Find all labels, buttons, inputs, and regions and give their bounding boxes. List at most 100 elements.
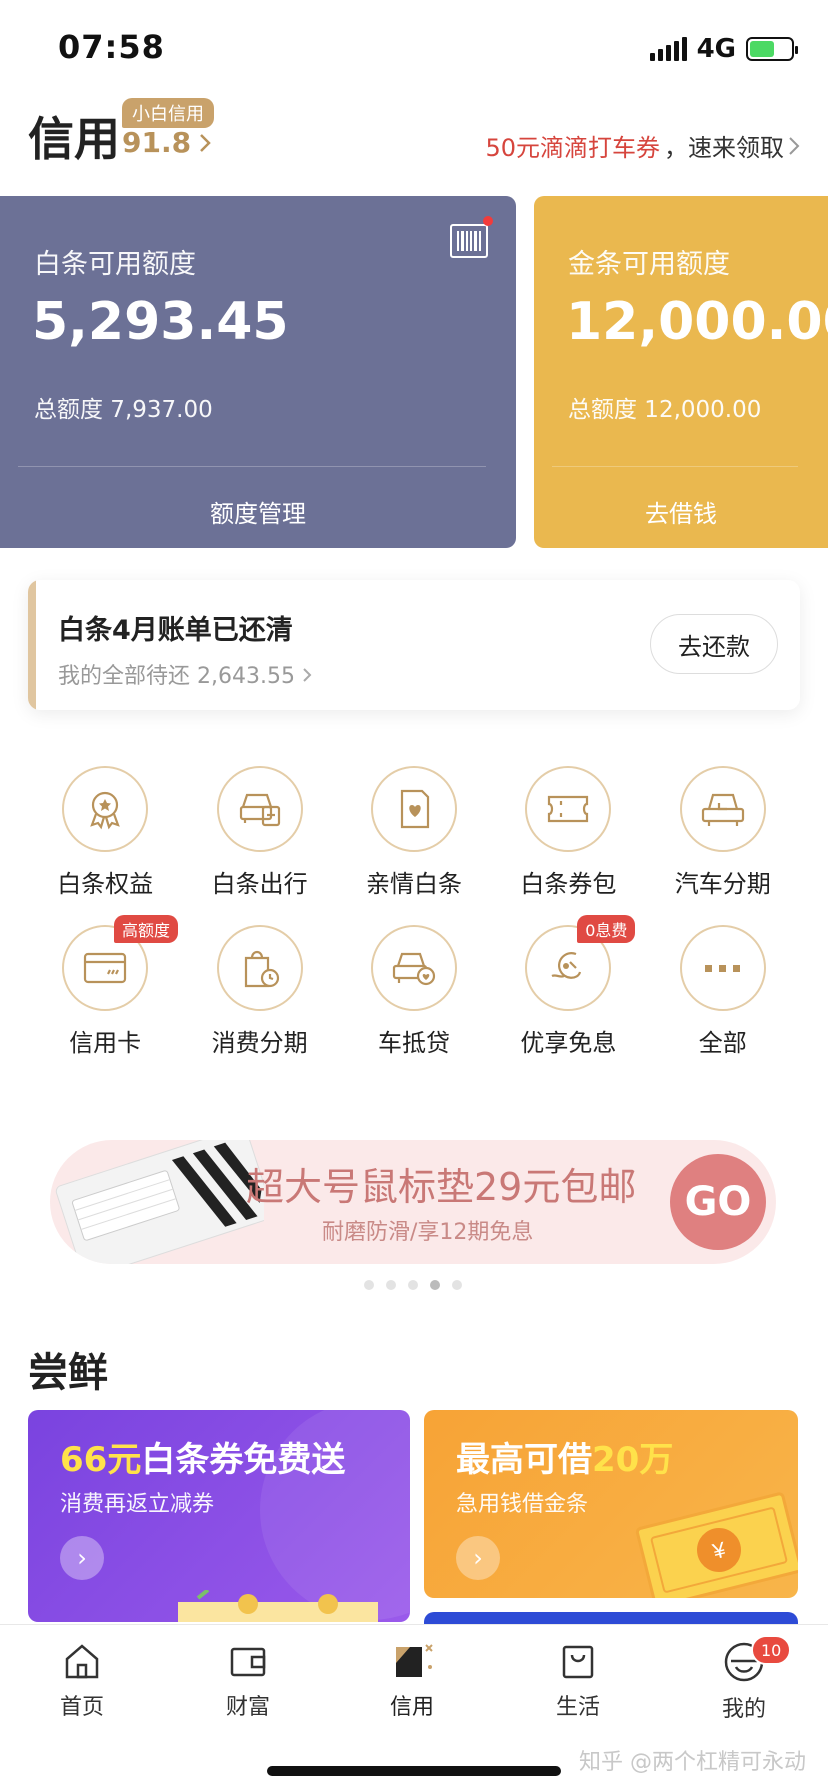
grid-item-label: 白条券包 [520,870,617,898]
status-bar: 07:58 4G [0,0,828,96]
baitiao-total: 总额度 7,937.00 [34,397,213,423]
car-icon [701,793,744,826]
grid-item-credit-card[interactable]: 高额度 信用卡 [28,915,182,1058]
promo-banner[interactable]: 超大号鼠标垫29元包邮 耐磨防滑/享12期免息 GO [50,1140,776,1264]
grid-item-all[interactable]: 全部 [646,925,800,1058]
grid-item-label: 全部 [698,1029,747,1057]
signal-icon [649,37,687,61]
bill-title: 白条4月账单已还清 [58,615,293,646]
grid-item-label: 优享免息 [520,1029,617,1057]
grid-item-tag: 0息费 [577,915,636,943]
tab-label: 生活 [555,1695,600,1720]
tab-label: 财富 [225,1695,270,1720]
service-grid: 白条权益 白条出行 亲情白条 白条券包 汽车分期 高额度 信用卡 消费分期 车抵… [28,766,800,1058]
promo-title-highlight: 66元 [60,1440,142,1480]
tab-wealth[interactable]: 财富 [193,1641,303,1721]
more-icon [704,965,740,972]
banner-title: 超大号鼠标垫29元包邮 [246,1165,637,1209]
promo-highlight: 50元滴滴打车券 [485,134,660,162]
shopping-bag-icon [244,950,279,988]
carousel-dot[interactable] [408,1280,418,1290]
grid-item-baitiao-benefits[interactable]: 白条权益 [28,766,182,899]
chevron-right-icon [789,136,800,155]
coins-decoration [178,1590,378,1622]
status-time: 07:58 [58,28,165,66]
tab-label: 首页 [59,1695,104,1720]
promo-subtitle: 急用钱借金条 [456,1492,589,1517]
promo-link[interactable]: 50元滴滴打车券 ，速来领取 [485,128,800,163]
banknote-icon: ¥ [635,1492,798,1598]
home-indicator[interactable] [267,1766,561,1776]
carousel-dot-active[interactable] [430,1280,440,1290]
credit-icon [396,1644,433,1677]
card-divider [18,466,486,467]
repay-button[interactable]: 去还款 [650,614,778,674]
battery-icon [746,37,798,61]
medal-icon [90,791,120,830]
credit-badge[interactable]: 小白信用 [122,98,214,128]
grid-item-label: 汽车分期 [674,870,771,898]
promo-title: 最高可借20万 [456,1432,673,1481]
bill-subtitle[interactable]: 我的全部待还 2,643.55 [58,658,312,690]
chevron-right-icon[interactable]: › [60,1536,104,1580]
coupon-promo-card[interactable]: 66元白条券免费送 消费再返立减券 › [28,1410,410,1622]
bill-subtitle-text: 我的全部待还 2,643.55 [58,664,295,689]
notification-dot [483,216,493,226]
banner-go-button[interactable]: GO [670,1154,766,1250]
tab-home[interactable]: 首页 [27,1641,137,1721]
grid-item-baitiao-travel[interactable]: 白条出行 [182,766,336,899]
promo-subtitle: 消费再返立减券 [60,1492,215,1517]
coin-icon [551,952,582,979]
section-title-taste: 尝鲜 [28,1350,108,1396]
carousel-dot[interactable] [386,1280,396,1290]
tab-mine[interactable]: 10 我的 [689,1635,799,1723]
grid-item-label: 白条权益 [57,870,154,898]
credit-card-icon [84,952,127,984]
grid-item-coupon-pack[interactable]: 白条券包 [491,766,645,899]
notification-badge: 10 [751,1635,792,1665]
loan-promo-card[interactable]: 最高可借20万 急用钱借金条 › ¥ [424,1410,798,1598]
promo-title-rest: 最高可借 [456,1440,592,1480]
grid-item-label: 白条出行 [211,870,308,898]
grid-item-car-installment[interactable]: 汽车分期 [646,766,800,899]
jintiao-card[interactable]: 金条可用额度 12,000.00 总额度 12,000.00 去借钱 [534,196,828,548]
jintiao-amount: 12,000.00 [566,292,828,352]
borrow-button[interactable]: 去借钱 [534,494,828,529]
tab-label: 我的 [721,1697,766,1722]
chevron-right-icon[interactable]: › [456,1536,500,1580]
credit-score[interactable]: 91.8 [122,126,211,159]
grid-item-label: 亲情白条 [365,870,462,898]
jintiao-label: 金条可用额度 [568,249,730,280]
grid-item-interest-free[interactable]: 0息费 优享免息 [491,915,645,1058]
bill-card[interactable]: 白条4月账单已还清 我的全部待还 2,643.55 去还款 [28,580,800,710]
promo-title: 66元白条券免费送 [60,1432,345,1481]
promo-title-rest: 白条券免费送 [141,1440,346,1480]
grid-item-family-baitiao[interactable]: 亲情白条 [337,766,491,899]
grid-item-consumer-installment[interactable]: 消费分期 [182,925,336,1058]
promo-rest: ，速来领取 [664,134,784,162]
grid-item-tag: 高额度 [114,915,179,943]
status-indicators: 4G [649,34,798,64]
carousel-dot[interactable] [364,1280,374,1290]
home-icon [65,1644,99,1679]
ticket-icon [548,795,589,823]
mousepad-image [55,1140,264,1264]
bill-accent [28,580,36,710]
grid-item-label: 信用卡 [69,1029,142,1057]
watermark: 知乎 @两个杠精可永动 [579,1750,806,1775]
grid-item-label: 车抵贷 [377,1029,450,1057]
barcode-icon[interactable] [450,224,488,258]
carousel-dot[interactable] [452,1280,462,1290]
car-travel-icon [239,793,280,827]
wallet-icon [230,1647,266,1677]
chevron-right-icon [200,133,211,152]
tab-life[interactable]: 生活 [523,1641,633,1721]
car-loan-icon [392,952,436,986]
quota-management-button[interactable]: 额度管理 [0,494,516,529]
tab-credit[interactable]: 信用 [357,1641,467,1721]
grid-item-car-loan[interactable]: 车抵贷 [337,925,491,1058]
life-bag-icon [562,1645,594,1679]
baitiao-card[interactable]: 白条可用额度 5,293.45 总额度 7,937.00 额度管理 [0,196,516,548]
grid-item-label: 消费分期 [211,1029,308,1057]
jintiao-total: 总额度 12,000.00 [568,397,762,423]
